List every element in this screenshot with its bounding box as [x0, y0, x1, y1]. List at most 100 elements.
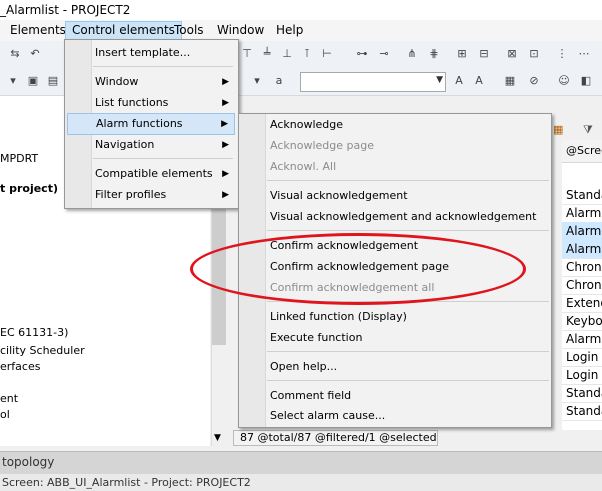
connect-icon[interactable]: ⇆ — [8, 48, 22, 60]
menu-elements[interactable]: Elements — [4, 22, 72, 39]
size-both-icon[interactable]: ⊡ — [527, 48, 541, 60]
space-horizontal-icon[interactable]: ⋔ — [405, 48, 419, 60]
table-row[interactable]: Chrono — [562, 276, 602, 295]
tree-item[interactable]: EC 61131-3) — [0, 326, 68, 339]
undo-icon[interactable]: ↶ — [28, 48, 42, 60]
text-size-down-icon[interactable]: A — [472, 75, 486, 87]
font-combo[interactable]: ▼ — [300, 72, 446, 92]
table-row[interactable]: Keybo — [562, 312, 602, 331]
menu-separator — [267, 180, 549, 181]
menu-item-acknowledge-all[interactable]: Acknowl. All — [241, 157, 547, 177]
table-icon[interactable]: ▦ — [553, 123, 563, 136]
tree-item[interactable]: MPDRT — [0, 152, 38, 165]
align-horizontal-icon[interactable]: ⊢ — [320, 48, 334, 60]
menu-separator — [93, 66, 233, 67]
menu-item-comment-field[interactable]: Comment field — [241, 386, 547, 406]
menu-item-filter-profiles[interactable]: Filter profiles ▶ — [67, 185, 235, 205]
table-row[interactable]: Chrono — [562, 258, 602, 277]
menu-item-execute-function[interactable]: Execute function — [241, 328, 547, 348]
no-entry-icon[interactable]: ⊘ — [527, 75, 541, 87]
menu-item-label: Linked function (Display) — [270, 310, 407, 323]
dropdown-small-icon[interactable]: ▾ — [250, 75, 264, 87]
distribute-icon[interactable]: ⊞ — [455, 48, 469, 60]
table-row[interactable]: Extend — [562, 294, 602, 313]
menu-item-acknowledge[interactable]: Acknowledge — [241, 115, 547, 135]
column-header-screen[interactable]: @Scree — [562, 140, 602, 163]
grid-icon[interactable]: ⋮ — [555, 48, 569, 60]
menu-item-compatible-elements[interactable]: Compatible elements ▶ — [67, 164, 235, 184]
menu-item-select-alarm-cause[interactable]: Select alarm cause... — [241, 406, 547, 426]
size-height-icon[interactable]: ⊠ — [505, 48, 519, 60]
menu-item-alarm-functions[interactable]: Alarm functions ▶ — [67, 113, 235, 135]
table-row[interactable]: Alarm — [562, 240, 602, 259]
menu-item-label: Acknowledge — [270, 118, 344, 131]
bottom-panel-label[interactable]: topology — [2, 455, 54, 469]
filter-icon[interactable]: ⧩ — [583, 123, 593, 137]
menu-help[interactable]: Help — [270, 22, 309, 39]
lock-icon[interactable]: ◧ — [579, 75, 593, 87]
table-row[interactable]: Standa — [562, 186, 602, 205]
dropdown-icon[interactable]: ▾ — [6, 75, 20, 87]
menu-separator — [267, 230, 549, 231]
align-middle-icon[interactable]: ╧ — [260, 48, 274, 60]
menu-item-window[interactable]: Window ▶ — [67, 72, 235, 92]
menu-item-acknowledge-page[interactable]: Acknowledge page — [241, 136, 547, 156]
table-row[interactable]: Login — [562, 348, 602, 367]
menu-window[interactable]: Window — [211, 22, 270, 39]
chevron-right-icon: ▶ — [222, 169, 229, 179]
status-bar: Screen: ABB_UI_Alarmlist - Project: PROJ… — [0, 474, 602, 491]
tree-item[interactable]: ol — [0, 408, 10, 421]
size-width-icon[interactable]: ⊟ — [477, 48, 491, 60]
table-row[interactable]: Alarm — [562, 330, 602, 349]
menu-tools[interactable]: Tools — [168, 22, 210, 39]
menu-item-visual-ack-and-ack[interactable]: Visual acknowledgement and acknowledgeme… — [241, 207, 547, 227]
menu-item-label: Insert template... — [95, 46, 191, 59]
user-icon[interactable]: ☺ — [557, 75, 571, 87]
chevron-right-icon: ▶ — [221, 119, 228, 129]
tree-item[interactable]: erfaces — [0, 360, 40, 373]
center-vertical-icon[interactable]: ⊸ — [377, 48, 391, 60]
alarm-count-status: 87 @total/87 @filtered/1 @selected — [233, 430, 438, 446]
text-size-up-icon[interactable]: A — [452, 75, 466, 87]
table-row[interactable]: Standa — [562, 384, 602, 403]
align-bottom-icon[interactable]: ⊥ — [280, 48, 294, 60]
snap-icon[interactable]: ⋯ — [577, 48, 591, 60]
align-vertical-icon[interactable]: ⊺ — [300, 48, 314, 60]
align-top-icon[interactable]: ⊤ — [240, 48, 254, 60]
tree-item[interactable]: cility Scheduler — [0, 344, 85, 357]
center-horizontal-icon[interactable]: ⊶ — [355, 48, 369, 60]
menu-item-label: Navigation — [95, 138, 155, 151]
menu-item-list-functions[interactable]: List functions ▶ — [67, 93, 235, 113]
menu-item-label: Visual acknowledgement and acknowledgeme… — [270, 210, 537, 223]
menu-item-label: Window — [95, 75, 139, 88]
window-icon[interactable]: ▦ — [503, 75, 517, 87]
window-title: _Alarmlist - PROJECT2 — [0, 3, 131, 17]
tree-item[interactable]: t project) — [0, 182, 58, 195]
menu-item-linked-function[interactable]: Linked function (Display) — [241, 307, 547, 327]
menu-item-label: Select alarm cause... — [270, 409, 386, 422]
check-screen-icon[interactable]: ▤ — [46, 75, 60, 87]
table-row[interactable]: Login — [562, 366, 602, 385]
chevron-down-icon: ▼ — [436, 75, 443, 85]
menu-separator — [93, 158, 233, 159]
table-row[interactable]: Alarm — [562, 222, 602, 241]
font-icon[interactable]: a — [272, 75, 286, 87]
space-vertical-icon[interactable]: ⋕ — [427, 48, 441, 60]
title-bar: _Alarmlist - PROJECT2 — [0, 0, 602, 20]
menu-item-label: Compatible elements — [95, 167, 213, 180]
menu-item-open-help[interactable]: Open help... — [241, 357, 547, 377]
table-row[interactable]: Standa — [562, 402, 602, 421]
menu-separator — [267, 351, 549, 352]
bottom-panel-tab: topology — [0, 451, 602, 474]
menu-item-label: Execute function — [270, 331, 363, 344]
screen-icon[interactable]: ▣ — [26, 75, 40, 87]
menu-control-elements[interactable]: Control elements — [65, 21, 182, 40]
table-row[interactable]: Alarm — [562, 204, 602, 223]
chevron-right-icon: ▶ — [222, 77, 229, 87]
menu-item-label: Filter profiles — [95, 188, 167, 201]
menu-item-insert-template[interactable]: Insert template... — [67, 43, 235, 63]
scroll-down-icon[interactable]: ▼ — [214, 433, 221, 443]
menu-item-visual-acknowledgement[interactable]: Visual acknowledgement — [241, 186, 547, 206]
menu-item-navigation[interactable]: Navigation ▶ — [67, 135, 235, 155]
tree-item[interactable]: ent — [0, 392, 18, 405]
